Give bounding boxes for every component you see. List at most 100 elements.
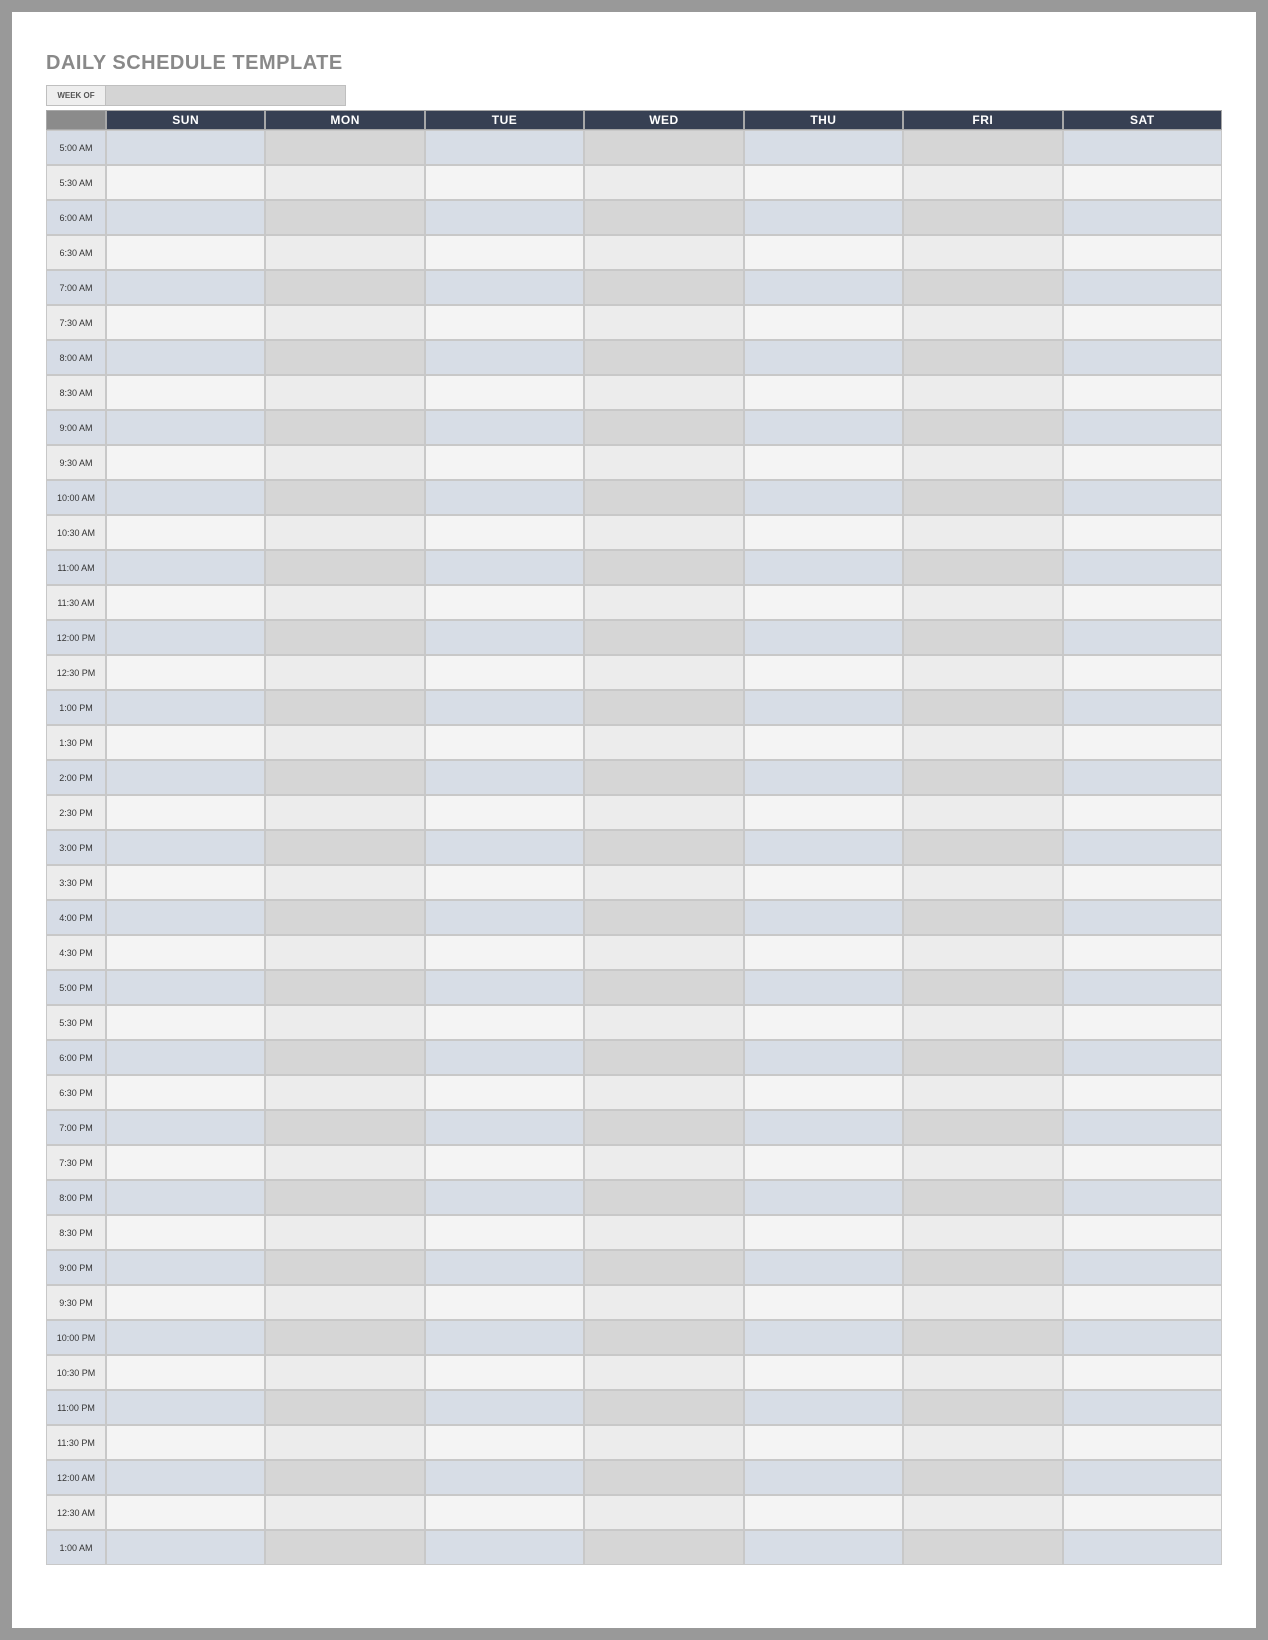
schedule-cell[interactable] — [106, 1425, 265, 1460]
schedule-cell-input[interactable] — [426, 516, 583, 549]
schedule-cell[interactable] — [425, 620, 584, 655]
schedule-cell-input[interactable] — [1064, 1181, 1221, 1214]
schedule-cell-input[interactable] — [745, 586, 902, 619]
schedule-cell[interactable] — [903, 270, 1062, 305]
schedule-cell-input[interactable] — [1064, 796, 1221, 829]
schedule-cell[interactable] — [106, 165, 265, 200]
schedule-cell[interactable] — [265, 970, 424, 1005]
schedule-cell[interactable] — [744, 270, 903, 305]
schedule-cell[interactable] — [425, 410, 584, 445]
schedule-cell-input[interactable] — [1064, 1146, 1221, 1179]
schedule-cell-input[interactable] — [426, 691, 583, 724]
schedule-cell-input[interactable] — [107, 1391, 264, 1424]
schedule-cell[interactable] — [106, 1180, 265, 1215]
schedule-cell-input[interactable] — [745, 236, 902, 269]
schedule-cell[interactable] — [903, 1320, 1062, 1355]
schedule-cell-input[interactable] — [107, 1076, 264, 1109]
schedule-cell-input[interactable] — [745, 1391, 902, 1424]
schedule-cell-input[interactable] — [585, 1356, 742, 1389]
schedule-cell-input[interactable] — [266, 1356, 423, 1389]
schedule-cell-input[interactable] — [426, 1461, 583, 1494]
schedule-cell[interactable] — [425, 130, 584, 165]
schedule-cell-input[interactable] — [426, 1251, 583, 1284]
schedule-cell-input[interactable] — [904, 411, 1061, 444]
schedule-cell-input[interactable] — [745, 166, 902, 199]
schedule-cell-input[interactable] — [426, 446, 583, 479]
schedule-cell-input[interactable] — [745, 621, 902, 654]
schedule-cell[interactable] — [903, 550, 1062, 585]
schedule-cell-input[interactable] — [904, 1181, 1061, 1214]
schedule-cell-input[interactable] — [426, 1216, 583, 1249]
schedule-cell-input[interactable] — [1064, 936, 1221, 969]
schedule-cell-input[interactable] — [904, 1076, 1061, 1109]
schedule-cell-input[interactable] — [904, 131, 1061, 164]
schedule-cell-input[interactable] — [904, 796, 1061, 829]
schedule-cell[interactable] — [425, 1320, 584, 1355]
schedule-cell[interactable] — [1063, 865, 1222, 900]
schedule-cell[interactable] — [265, 795, 424, 830]
schedule-cell-input[interactable] — [107, 1146, 264, 1179]
schedule-cell-input[interactable] — [585, 551, 742, 584]
schedule-cell[interactable] — [1063, 410, 1222, 445]
schedule-cell[interactable] — [1063, 690, 1222, 725]
schedule-cell-input[interactable] — [107, 796, 264, 829]
schedule-cell-input[interactable] — [745, 516, 902, 549]
schedule-cell[interactable] — [106, 760, 265, 795]
schedule-cell[interactable] — [425, 515, 584, 550]
schedule-cell-input[interactable] — [107, 341, 264, 374]
schedule-cell-input[interactable] — [585, 376, 742, 409]
schedule-cell-input[interactable] — [107, 866, 264, 899]
schedule-cell-input[interactable] — [585, 901, 742, 934]
schedule-cell[interactable] — [744, 1145, 903, 1180]
schedule-cell-input[interactable] — [426, 1181, 583, 1214]
schedule-cell[interactable] — [106, 725, 265, 760]
schedule-cell-input[interactable] — [904, 586, 1061, 619]
schedule-cell-input[interactable] — [266, 1496, 423, 1529]
schedule-cell-input[interactable] — [585, 1216, 742, 1249]
schedule-cell[interactable] — [584, 1145, 743, 1180]
schedule-cell[interactable] — [1063, 655, 1222, 690]
schedule-cell-input[interactable] — [1064, 1216, 1221, 1249]
schedule-cell[interactable] — [1063, 1075, 1222, 1110]
schedule-cell-input[interactable] — [1064, 621, 1221, 654]
schedule-cell[interactable] — [425, 1355, 584, 1390]
schedule-cell-input[interactable] — [904, 901, 1061, 934]
schedule-cell-input[interactable] — [585, 621, 742, 654]
schedule-cell-input[interactable] — [585, 1181, 742, 1214]
schedule-cell-input[interactable] — [107, 831, 264, 864]
schedule-cell[interactable] — [425, 1005, 584, 1040]
schedule-cell-input[interactable] — [745, 1356, 902, 1389]
schedule-cell-input[interactable] — [585, 796, 742, 829]
schedule-cell-input[interactable] — [266, 971, 423, 1004]
schedule-cell[interactable] — [1063, 1530, 1222, 1565]
schedule-cell[interactable] — [265, 725, 424, 760]
schedule-cell[interactable] — [1063, 795, 1222, 830]
schedule-cell[interactable] — [265, 1320, 424, 1355]
schedule-cell-input[interactable] — [107, 1356, 264, 1389]
schedule-cell-input[interactable] — [1064, 866, 1221, 899]
schedule-cell-input[interactable] — [904, 1111, 1061, 1144]
schedule-cell-input[interactable] — [426, 201, 583, 234]
schedule-cell[interactable] — [1063, 270, 1222, 305]
schedule-cell[interactable] — [265, 1390, 424, 1425]
schedule-cell[interactable] — [265, 760, 424, 795]
schedule-cell[interactable] — [1063, 830, 1222, 865]
schedule-cell[interactable] — [425, 445, 584, 480]
schedule-cell[interactable] — [584, 1495, 743, 1530]
schedule-cell[interactable] — [265, 620, 424, 655]
schedule-cell-input[interactable] — [585, 656, 742, 689]
schedule-cell[interactable] — [106, 1355, 265, 1390]
schedule-cell[interactable] — [106, 935, 265, 970]
schedule-cell[interactable] — [106, 480, 265, 515]
schedule-cell-input[interactable] — [585, 1531, 742, 1564]
schedule-cell[interactable] — [106, 1495, 265, 1530]
schedule-cell[interactable] — [584, 760, 743, 795]
schedule-cell[interactable] — [584, 1285, 743, 1320]
schedule-cell-input[interactable] — [585, 481, 742, 514]
schedule-cell-input[interactable] — [426, 1041, 583, 1074]
schedule-cell[interactable] — [265, 830, 424, 865]
schedule-cell[interactable] — [744, 550, 903, 585]
schedule-cell[interactable] — [1063, 235, 1222, 270]
schedule-cell[interactable] — [584, 165, 743, 200]
schedule-cell-input[interactable] — [1064, 131, 1221, 164]
